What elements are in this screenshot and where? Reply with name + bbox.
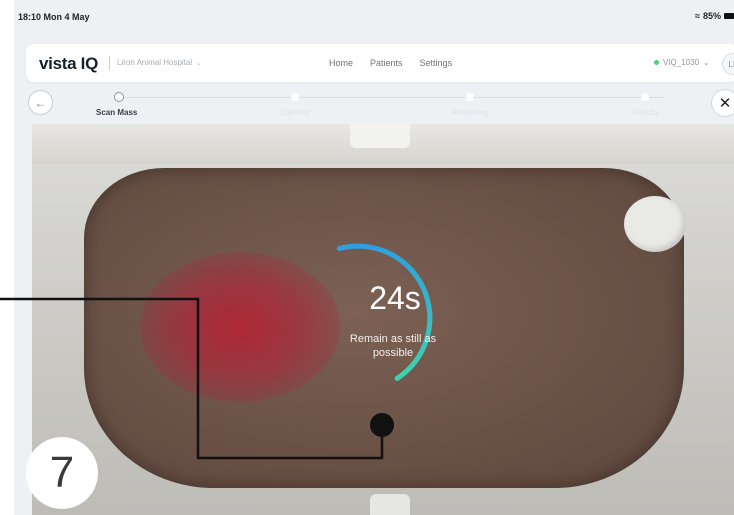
- step-dot-reviewing: [466, 93, 474, 101]
- step-dot-results: [641, 93, 649, 101]
- tray-notch-top: [350, 124, 410, 148]
- device-status[interactable]: VIQ_1030 ⌄: [654, 58, 710, 67]
- wifi-icon: ≈: [695, 11, 700, 21]
- countdown-value: 24s: [369, 280, 421, 316]
- close-button[interactable]: ✕: [711, 89, 734, 117]
- status-right: ≈ 85%: [695, 11, 734, 21]
- mass-region: [140, 252, 340, 402]
- app-logo: vista IQ: [39, 54, 99, 73]
- clinic-selector[interactable]: Liron Animal Hospital ⌄: [117, 58, 202, 67]
- tray-bump: [624, 196, 686, 252]
- step-label-staining: Staining: [280, 108, 309, 117]
- step-label-results: Results: [632, 108, 659, 117]
- stepper-track: [119, 97, 664, 98]
- device-id: VIQ_1030: [663, 58, 700, 67]
- status-bar: 18:10 Mon 4 May ≈ 85%: [14, 0, 734, 30]
- tablet-screen: 18:10 Mon 4 May ≈ 85% vista IQ Liron Ani…: [14, 0, 734, 515]
- step-label-scan-mass: Scan Mass: [96, 108, 138, 117]
- chevron-down-icon: ⌄: [196, 59, 203, 67]
- connected-dot-icon: [654, 60, 659, 65]
- menu-patients[interactable]: Patients: [370, 58, 403, 68]
- annotation-step-number: 7: [26, 437, 98, 509]
- step-label-reviewing: Reviewing: [452, 108, 489, 117]
- tray-notch-bottom: [370, 494, 410, 515]
- battery-icon: [724, 13, 734, 19]
- top-navigation: vista IQ Liron Animal Hospital ⌄ Home Pa…: [26, 44, 734, 82]
- battery-percent: 85%: [702, 11, 721, 21]
- step-dot-scan-mass: [114, 92, 124, 102]
- arrow-left-icon: ←: [34, 95, 47, 110]
- camera-feed: 24s Remain as still as possible: [32, 124, 734, 515]
- main-menu: Home Patients Settings: [329, 58, 452, 68]
- step-dot-staining: [291, 93, 299, 101]
- user-avatar[interactable]: LL: [722, 53, 734, 75]
- close-icon: ✕: [718, 95, 732, 112]
- menu-settings[interactable]: Settings: [420, 58, 453, 68]
- countdown-instruction: Remain as still as possible: [349, 333, 437, 359]
- countdown-ring: [336, 243, 433, 381]
- back-button[interactable]: ←: [28, 90, 53, 115]
- logo-divider: [109, 56, 110, 70]
- menu-home[interactable]: Home: [329, 58, 353, 68]
- chevron-down-icon: ⌄: [703, 58, 710, 67]
- clinic-name: Liron Animal Hospital: [117, 58, 193, 67]
- status-time: 18:10 Mon 4 May: [18, 12, 90, 22]
